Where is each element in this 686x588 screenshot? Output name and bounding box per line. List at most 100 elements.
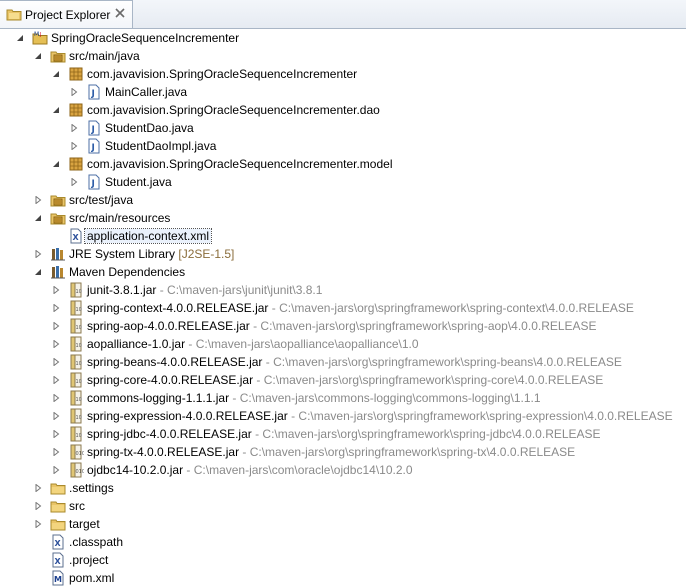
tree-item-text: MainCaller.java bbox=[105, 85, 187, 99]
svg-text:X: X bbox=[55, 539, 62, 548]
collapsed-arrow-icon[interactable] bbox=[52, 304, 60, 312]
tree-item-text: StudentDao.java bbox=[105, 121, 194, 135]
tree-item-text: commons-logging-1.1.1.jar - C:\maven-jar… bbox=[87, 391, 541, 405]
expanded-arrow-icon[interactable] bbox=[16, 34, 24, 42]
svg-text:J: J bbox=[91, 125, 95, 135]
tree-item-label: com.javavision.SpringOracleSequenceIncre… bbox=[87, 157, 393, 171]
xml-file-icon: X bbox=[50, 534, 66, 550]
tree-item-text: src bbox=[69, 499, 85, 513]
svg-text:10: 10 bbox=[76, 433, 82, 439]
expanded-arrow-icon[interactable] bbox=[52, 106, 60, 114]
tree-item-text: SpringOracleSequenceIncrementer bbox=[51, 31, 239, 45]
jar-icon: 10 bbox=[68, 282, 84, 298]
collapsed-arrow-icon[interactable] bbox=[34, 196, 42, 204]
xml-file-icon: X bbox=[50, 552, 66, 568]
tree-item-text: com.javavision.SpringOracleSequenceIncre… bbox=[87, 67, 357, 81]
tree-item-label: Maven Dependencies bbox=[69, 265, 186, 279]
tree-item-text: spring-aop-4.0.0.RELEASE.jar - C:\maven-… bbox=[87, 319, 597, 333]
source-folder-icon bbox=[50, 48, 66, 64]
tree-item-text: com.javavision.SpringOracleSequenceIncre… bbox=[87, 103, 380, 117]
tree-item-label: MainCaller.java bbox=[105, 85, 188, 99]
tree-item-text: aopalliance-1.0.jar - C:\maven-jars\aopa… bbox=[87, 337, 419, 351]
tree-item-text: spring-jdbc-4.0.0.RELEASE.jar - C:\maven… bbox=[87, 427, 601, 441]
project-explorer-icon bbox=[6, 8, 22, 21]
expanded-arrow-icon[interactable] bbox=[34, 214, 42, 222]
tree-item-decoration: - C:\maven-jars\junit\junit\3.8.1 bbox=[156, 283, 323, 297]
tree-item-label: src bbox=[69, 499, 85, 513]
expanded-arrow-icon[interactable] bbox=[34, 268, 42, 276]
collapsed-arrow-icon[interactable] bbox=[52, 394, 60, 402]
tab-project-explorer[interactable]: Project Explorer bbox=[0, 0, 133, 28]
tree-item-text: junit-3.8.1.jar - C:\maven-jars\junit\ju… bbox=[87, 283, 322, 297]
library-icon bbox=[50, 246, 66, 262]
tree-item-text: JRE System Library [J2SE-1.5] bbox=[69, 247, 234, 261]
tree-item-label: spring-core-4.0.0.RELEASE.jar bbox=[87, 373, 254, 387]
expanded-arrow-icon[interactable] bbox=[52, 70, 60, 78]
source-folder-icon bbox=[50, 192, 66, 208]
svg-text:J: J bbox=[91, 179, 95, 189]
collapsed-arrow-icon[interactable] bbox=[52, 340, 60, 348]
collapsed-arrow-icon[interactable] bbox=[52, 358, 60, 366]
svg-text:M: M bbox=[54, 575, 62, 584]
jar-icon: 10 bbox=[68, 336, 84, 352]
svg-text:10: 10 bbox=[76, 361, 82, 367]
tree-item-label: spring-jdbc-4.0.0.RELEASE.jar bbox=[87, 427, 252, 441]
tree-item-label: Student.java bbox=[105, 175, 172, 189]
collapsed-arrow-icon[interactable] bbox=[52, 412, 60, 420]
tree-item-label: SpringOracleSequenceIncrementer bbox=[51, 31, 240, 45]
maven-pom-icon: M bbox=[50, 570, 66, 586]
tree-item-decoration: - C:\maven-jars\org\springframework\spri… bbox=[249, 319, 597, 333]
tree-item-decoration: - C:\maven-jars\org\springframework\spri… bbox=[251, 427, 601, 441]
tree-item-text: .project bbox=[69, 553, 108, 567]
tree-item-label: StudentDao.java bbox=[105, 121, 194, 135]
collapsed-arrow-icon[interactable] bbox=[70, 124, 78, 132]
collapsed-arrow-icon[interactable] bbox=[70, 88, 78, 96]
tree-item-decoration: [J2SE-1.5] bbox=[175, 247, 235, 261]
collapsed-arrow-icon[interactable] bbox=[70, 178, 78, 186]
tree-item-label: spring-aop-4.0.0.RELEASE.jar bbox=[87, 319, 250, 333]
svg-text:10: 10 bbox=[76, 379, 82, 385]
expanded-arrow-icon[interactable] bbox=[52, 160, 60, 168]
collapsed-arrow-icon[interactable] bbox=[52, 376, 60, 384]
svg-text:10: 10 bbox=[76, 343, 82, 349]
tree-item-text: src/main/java bbox=[69, 49, 140, 63]
tree-item-decoration: - C:\maven-jars\org\springframework\spri… bbox=[262, 355, 622, 369]
jar-icon: 10 bbox=[68, 390, 84, 406]
jar-icon: 10 bbox=[68, 318, 84, 334]
expanded-arrow-icon[interactable] bbox=[34, 52, 42, 60]
svg-text:010: 010 bbox=[76, 451, 85, 457]
collapsed-arrow-icon[interactable] bbox=[52, 448, 60, 456]
tree-item-decoration: - C:\maven-jars\aopalliance\aopalliance\… bbox=[185, 337, 419, 351]
tree-item-label: application-context.xml bbox=[83, 228, 213, 244]
java-file-icon: J bbox=[86, 174, 102, 190]
collapsed-arrow-icon[interactable] bbox=[52, 466, 60, 474]
collapsed-arrow-icon[interactable] bbox=[52, 286, 60, 294]
tree-item-label: com.javavision.SpringOracleSequenceIncre… bbox=[87, 103, 380, 117]
package-icon bbox=[68, 156, 84, 172]
collapsed-arrow-icon[interactable] bbox=[34, 484, 42, 492]
collapsed-arrow-icon[interactable] bbox=[52, 430, 60, 438]
tree-item-label: spring-expression-4.0.0.RELEASE.jar bbox=[87, 409, 288, 423]
jar-icon: 10 bbox=[68, 300, 84, 316]
collapsed-arrow-icon[interactable] bbox=[34, 250, 42, 258]
close-icon[interactable] bbox=[114, 7, 126, 19]
folder-icon bbox=[50, 498, 66, 514]
tree-item-label: src/main/resources bbox=[69, 211, 171, 225]
jar-icon: 10 bbox=[68, 354, 84, 370]
svg-text:010: 010 bbox=[76, 469, 85, 475]
folder-icon bbox=[50, 480, 66, 496]
collapsed-arrow-icon[interactable] bbox=[52, 322, 60, 330]
collapsed-arrow-icon[interactable] bbox=[34, 520, 42, 528]
tree-item-text: .settings bbox=[69, 481, 114, 495]
package-icon bbox=[68, 66, 84, 82]
tree-item-label: src/test/java bbox=[69, 193, 134, 207]
tree-item-text: StudentDaoImpl.java bbox=[105, 139, 216, 153]
collapsed-arrow-icon[interactable] bbox=[70, 142, 78, 150]
tree-item-label: target bbox=[69, 517, 100, 531]
xml-file-icon: X bbox=[68, 228, 84, 244]
collapsed-arrow-icon[interactable] bbox=[34, 502, 42, 510]
tree-item-decoration: - C:\maven-jars\org\springframework\spri… bbox=[239, 445, 576, 459]
view-tab-bar: Project Explorer bbox=[0, 0, 686, 29]
java-file-icon: J bbox=[86, 138, 102, 154]
tree-item-label: .classpath bbox=[69, 535, 124, 549]
